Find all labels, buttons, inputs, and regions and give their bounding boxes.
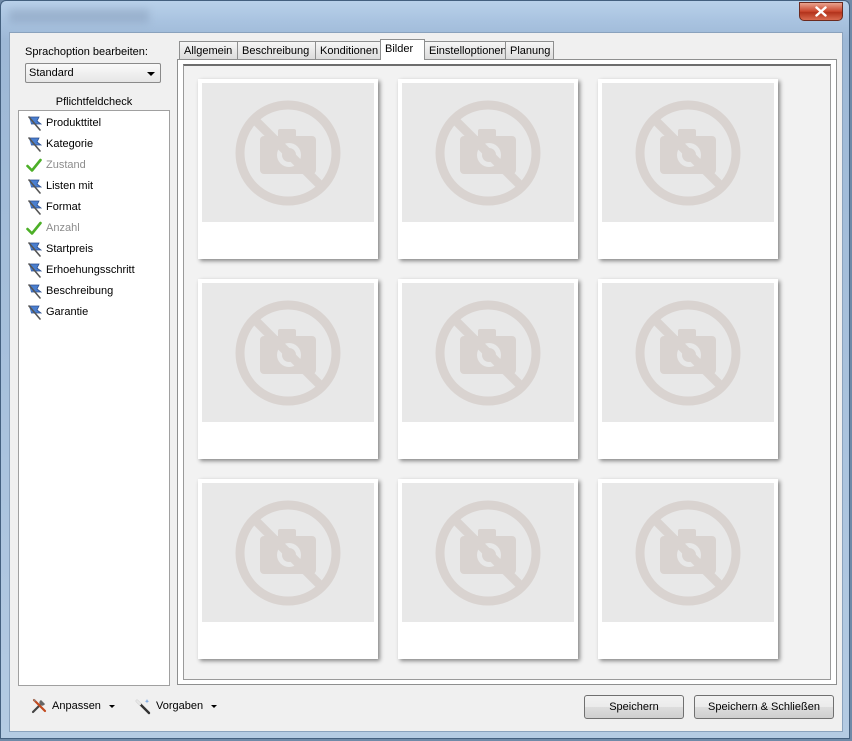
dialog-content: Sprachoption bearbeiten: Standard Pflich…	[9, 32, 843, 732]
flag-icon-wrap	[25, 262, 43, 278]
checklist-item[interactable]: Produkttitel	[25, 114, 101, 132]
checklist-item[interactable]: Zustand	[25, 156, 86, 174]
save-button[interactable]: Speichern	[584, 695, 684, 719]
checklist-item[interactable]: Beschreibung	[25, 282, 113, 300]
tab-einstelloptionen[interactable]: Einstelloptionen	[424, 41, 507, 59]
checklist-item-label: Kategorie	[46, 138, 94, 150]
image-slot[interactable]	[198, 79, 378, 259]
checklist-item[interactable]: Format	[25, 198, 81, 216]
flag-icon	[28, 304, 42, 320]
image-placeholder	[202, 483, 374, 622]
image-slot[interactable]	[398, 79, 578, 259]
no-camera-icon	[235, 300, 341, 405]
tab-beschreibung[interactable]: Beschreibung	[237, 41, 316, 59]
flag-icon	[28, 199, 42, 215]
flag-icon-wrap	[25, 199, 43, 215]
tab-allgemein[interactable]: Allgemein	[179, 41, 238, 59]
checklist-item[interactable]: Kategorie	[25, 135, 93, 153]
language-label: Sprachoption bearbeiten:	[25, 46, 148, 58]
no-camera-icon	[235, 100, 341, 205]
caret-down-icon	[211, 704, 218, 708]
image-placeholder	[402, 83, 574, 222]
caret-down-icon	[108, 704, 115, 708]
flag-icon	[28, 136, 42, 152]
image-placeholder	[602, 83, 774, 222]
window-title	[9, 9, 149, 23]
image-placeholder	[602, 483, 774, 622]
tools-icon	[31, 698, 47, 714]
customize-label: Anpassen	[52, 700, 101, 712]
image-slot[interactable]	[398, 279, 578, 459]
checkmark-icon	[26, 221, 42, 235]
checkmark-icon	[26, 158, 42, 172]
no-camera-icon	[435, 100, 541, 205]
image-slot[interactable]	[598, 479, 778, 659]
no-camera-icon	[635, 500, 741, 605]
flag-icon-wrap	[25, 178, 43, 194]
image-slot[interactable]	[598, 279, 778, 459]
checklist-item-label: Erhoehungsschritt	[46, 264, 135, 276]
image-slot[interactable]	[398, 479, 578, 659]
save-and-close-button[interactable]: Speichern & Schließen	[694, 695, 834, 719]
image-placeholder	[202, 283, 374, 422]
flag-icon	[28, 115, 42, 131]
no-camera-icon	[235, 500, 341, 605]
checklist-item-label: Produkttitel	[46, 117, 102, 129]
no-camera-icon	[635, 300, 741, 405]
title-bar[interactable]	[1, 1, 849, 33]
image-slot[interactable]	[598, 79, 778, 259]
checklist-item-label: Listen mit	[46, 180, 94, 192]
checklist-item[interactable]: Garantie	[25, 303, 88, 321]
image-placeholder	[602, 283, 774, 422]
flag-icon	[28, 283, 42, 299]
wand-icon	[135, 699, 151, 715]
image-placeholder	[202, 83, 374, 222]
close-button[interactable]	[799, 2, 843, 21]
checkmark-icon-wrap	[25, 157, 43, 173]
save-button-label: Speichern	[609, 701, 659, 713]
checklist-item-label: Garantie	[46, 306, 89, 318]
tab-panel-bilder	[177, 59, 837, 685]
defaults-menu-button[interactable]: Vorgaben	[134, 695, 218, 717]
checklist-item-label: Zustand	[46, 159, 86, 171]
image-slot[interactable]	[198, 479, 378, 659]
customize-menu-button[interactable]: Anpassen	[30, 695, 115, 717]
checkmark-icon-wrap	[25, 220, 43, 236]
checklist-item[interactable]: Listen mit	[25, 177, 93, 195]
save-and-close-button-label: Speichern & Schließen	[708, 701, 820, 713]
language-select[interactable]: Standard	[25, 63, 161, 83]
checklist-title: Pflichtfeldcheck	[55, 96, 133, 108]
image-placeholder	[402, 483, 574, 622]
flag-icon-wrap	[25, 115, 43, 131]
no-camera-icon	[435, 500, 541, 605]
checklist-item-label: Beschreibung	[46, 285, 114, 297]
flag-icon-wrap	[25, 283, 43, 299]
flag-icon-wrap	[25, 136, 43, 152]
no-camera-icon	[435, 300, 541, 405]
required-field-checklist: Produkttitel Kategorie Zustand Listen mit Fo…	[18, 110, 170, 686]
image-placeholder	[402, 283, 574, 422]
flag-icon	[28, 262, 42, 278]
checklist-item[interactable]: Anzahl	[25, 219, 80, 237]
checklist-item-label: Anzahl	[46, 222, 80, 234]
language-select-value: Standard	[29, 67, 74, 79]
close-icon	[815, 6, 827, 17]
tab-konditionen[interactable]: Konditionen	[315, 41, 381, 59]
checklist-item-label: Format	[46, 201, 81, 213]
chevron-down-icon	[147, 72, 155, 76]
flag-icon	[28, 178, 42, 194]
defaults-label: Vorgaben	[156, 700, 204, 712]
dialog-window: Sprachoption bearbeiten: Standard Pflich…	[0, 0, 850, 739]
image-slot[interactable]	[198, 279, 378, 459]
checklist-item[interactable]: Erhoehungsschritt	[25, 261, 135, 279]
flag-icon-wrap	[25, 241, 43, 257]
flag-icon-wrap	[25, 304, 43, 320]
tab-bilder[interactable]: Bilder	[380, 39, 425, 60]
checklist-item[interactable]: Startpreis	[25, 240, 93, 258]
checklist-item-label: Startpreis	[46, 243, 94, 255]
tab-planung[interactable]: Planung	[505, 41, 554, 59]
image-gallery	[183, 64, 831, 680]
flag-icon	[28, 241, 42, 257]
no-camera-icon	[635, 100, 741, 205]
